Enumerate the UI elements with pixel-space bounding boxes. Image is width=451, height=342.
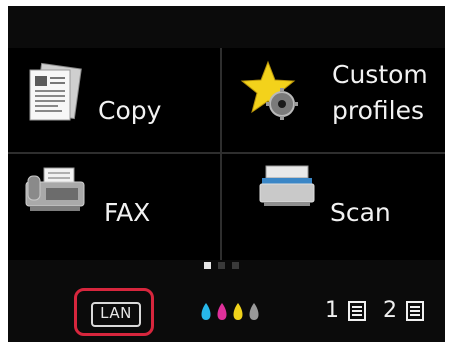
ink-drop-2 [217,303,227,320]
paper-tray-2[interactable]: 2 [383,298,424,324]
page-indicator[interactable] [204,262,244,272]
ink-drop-3 [233,303,243,320]
fax-tile[interactable]: FAX [8,154,220,260]
page-dot-2[interactable] [218,262,225,269]
fax-machine-icon [25,167,85,211]
custom-profiles-tile[interactable]: Custom profiles [222,48,445,152]
tray-2-label: 2 [383,298,397,323]
ink-drop-1 [201,303,211,320]
page-dot-1[interactable] [204,262,211,269]
scan-tile[interactable]: Scan [222,154,445,260]
fax-label: FAX [104,198,151,227]
paper-tray-icon [406,301,424,321]
copy-label: Copy [98,96,162,125]
custom-profiles-label-line2: profiles [332,96,424,125]
custom-profiles-label-line1: Custom [332,60,428,89]
lan-button[interactable]: LAN [91,302,141,327]
ink-drop-4 [249,303,259,320]
printer-touchscreen: Copy Custom profiles FAX Scan LAN 1 2 [8,6,445,342]
scan-label: Scan [330,198,391,227]
page-dot-3[interactable] [232,262,239,269]
top-bar [8,6,445,46]
copy-tile[interactable]: Copy [8,48,220,152]
ink-level-indicator[interactable] [198,301,268,323]
paper-tray-icon [348,301,366,321]
lan-highlight: LAN [74,288,154,336]
status-bar: LAN 1 2 [8,282,445,342]
paper-tray-1[interactable]: 1 [325,298,366,324]
scanner-icon [259,165,315,206]
star-gear-icon [240,60,298,120]
tray-1-label: 1 [325,298,339,323]
copy-document-icon [29,62,82,121]
